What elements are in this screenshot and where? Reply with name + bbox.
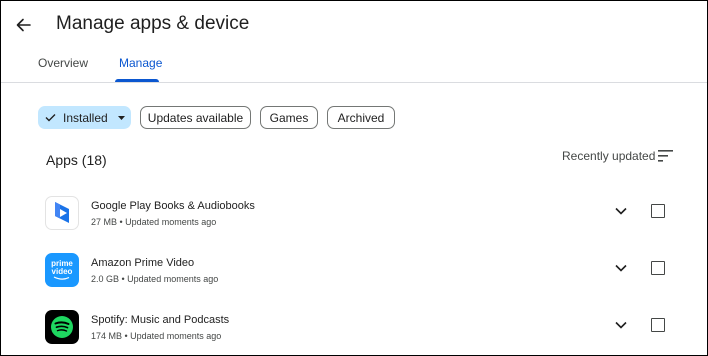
sort-icon[interactable] bbox=[658, 149, 674, 163]
spotify-icon bbox=[45, 310, 79, 344]
prime-video-icon: prime video bbox=[45, 253, 79, 287]
filter-chip-games[interactable]: Games bbox=[260, 106, 318, 129]
tab-bar: Overview Manage bbox=[1, 49, 707, 83]
app-meta: 2.0 GB • Updated moments ago bbox=[91, 274, 219, 284]
filter-chip-label: Games bbox=[269, 110, 309, 125]
filter-chip-updates-available[interactable]: Updates available bbox=[140, 106, 251, 129]
back-button[interactable] bbox=[10, 12, 36, 38]
app-select-checkbox[interactable] bbox=[651, 318, 665, 332]
app-name: Spotify: Music and Podcasts bbox=[91, 314, 230, 326]
app-select-checkbox[interactable] bbox=[651, 261, 665, 275]
list-item[interactable]: prime video Amazon Prime Video 2.0 GB • … bbox=[1, 253, 707, 310]
filter-chip-installed[interactable]: Installed bbox=[38, 106, 131, 129]
apps-count-heading: Apps (18) bbox=[46, 152, 107, 168]
caret-down-icon bbox=[117, 115, 125, 120]
filter-chip-label: Updates available bbox=[147, 110, 244, 125]
play-books-icon bbox=[45, 196, 79, 230]
app-select-checkbox[interactable] bbox=[651, 204, 665, 218]
chevron-down-icon[interactable] bbox=[614, 320, 628, 330]
app-meta: 174 MB • Updated moments ago bbox=[91, 331, 222, 341]
list-item[interactable]: Spotify: Music and Podcasts 174 MB • Upd… bbox=[1, 310, 707, 355]
top-app-bar: Manage apps & device bbox=[1, 1, 707, 49]
play-store-manage-page: Manage apps & device Overview Manage Ins… bbox=[0, 0, 708, 356]
sort-button[interactable]: Recently updated bbox=[562, 149, 655, 163]
tab-overview[interactable]: Overview bbox=[38, 56, 88, 70]
list-item[interactable]: Google Play Books & Audiobooks 27 MB • U… bbox=[1, 196, 707, 253]
app-name: Google Play Books & Audiobooks bbox=[91, 200, 255, 212]
filter-chip-label: Archived bbox=[337, 110, 385, 125]
filter-chip-label: Installed bbox=[63, 110, 108, 125]
check-icon bbox=[45, 113, 56, 122]
chevron-down-icon[interactable] bbox=[614, 263, 628, 273]
filter-chip-archived[interactable]: Archived bbox=[327, 106, 395, 129]
video-icon-label: video bbox=[51, 267, 73, 276]
tab-manage[interactable]: Manage bbox=[119, 56, 162, 70]
active-tab-indicator bbox=[115, 79, 159, 82]
app-meta: 27 MB • Updated moments ago bbox=[91, 217, 217, 227]
arrow-back-icon bbox=[16, 18, 31, 32]
app-name: Amazon Prime Video bbox=[91, 257, 195, 269]
page-title: Manage apps & device bbox=[56, 13, 250, 34]
chevron-down-icon[interactable] bbox=[614, 206, 628, 216]
